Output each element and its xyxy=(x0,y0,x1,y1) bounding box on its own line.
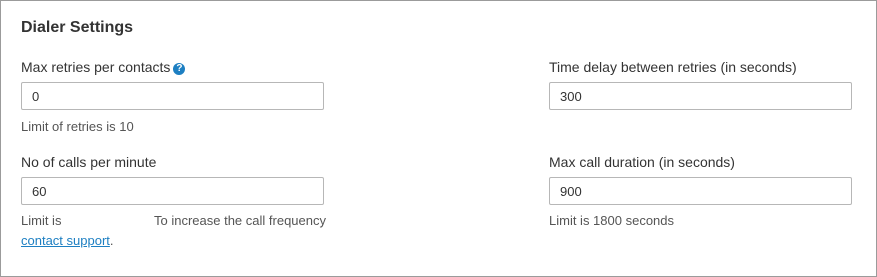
panel-title: Dialer Settings xyxy=(21,19,134,36)
max-call-duration-input[interactable] xyxy=(549,177,852,205)
max-call-duration-hint: Limit is 1800 seconds xyxy=(549,213,675,228)
calls-per-minute-input[interactable] xyxy=(21,177,324,205)
calls-per-minute-label: No of calls per minute xyxy=(21,154,157,170)
calls-per-minute-hint-prefix: Limit is xyxy=(21,213,62,228)
time-delay-label: Time delay between retries (in seconds) xyxy=(549,59,797,75)
max-call-duration-label: Max call duration (in seconds) xyxy=(549,154,735,170)
max-retries-label-text: Max retries per contacts xyxy=(21,59,171,75)
contact-support-link[interactable]: contact support xyxy=(21,233,110,248)
dialer-settings-panel: Dialer Settings Max retries per contacts… xyxy=(0,0,877,277)
max-retries-input[interactable] xyxy=(21,82,324,110)
max-retries-hint: Limit of retries is 10 xyxy=(21,119,134,134)
calls-per-minute-hint-suffix: To increase the call frequency xyxy=(154,213,326,228)
help-icon[interactable]: ? xyxy=(173,63,186,75)
max-retries-label: Max retries per contacts? xyxy=(21,59,186,75)
contact-support-period: . xyxy=(109,233,114,248)
time-delay-input[interactable] xyxy=(549,82,852,110)
contact-support-line: contact support. xyxy=(21,233,114,248)
